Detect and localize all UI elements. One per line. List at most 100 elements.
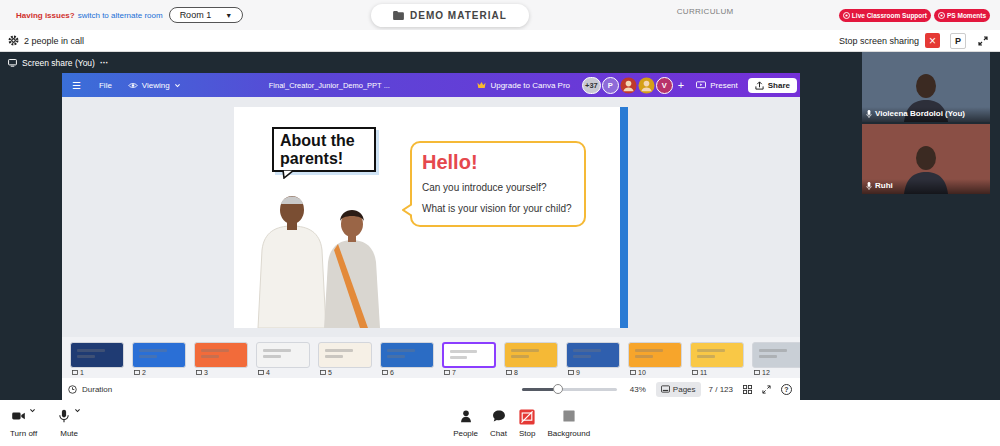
page-thumbnail[interactable]: 6 xyxy=(380,342,434,378)
participant-video[interactable]: Ruhi xyxy=(862,124,990,194)
demo-material-button[interactable]: DEMO MATERIAL xyxy=(371,4,529,27)
pages-icon xyxy=(661,385,670,393)
call-bar: 2 people in call Stop screen sharing × P xyxy=(0,30,1000,52)
zoom-slider[interactable] xyxy=(522,388,617,391)
control-button[interactable]: People xyxy=(453,409,478,438)
file-menu[interactable]: File xyxy=(99,81,112,90)
collaborators: +37P V + xyxy=(582,77,684,94)
screen-icon xyxy=(8,59,17,67)
slide-accent-bar xyxy=(620,107,628,328)
page-thumbnail[interactable]: 12 xyxy=(752,342,800,378)
page-number: 8 xyxy=(514,369,518,376)
greeting: Hello! xyxy=(422,151,574,174)
screen-share-tab[interactable]: Screen share (You)··· xyxy=(0,52,860,73)
top-bar: Having issues?switch to alternate roomRo… xyxy=(0,0,1000,30)
slide: About the parents!Hello!Can you introduc… xyxy=(234,107,628,328)
switch-room-link[interactable]: switch to alternate room xyxy=(78,11,163,20)
page-number: 3 xyxy=(204,369,208,376)
page-number: 9 xyxy=(576,369,580,376)
control-button[interactable]: Chat xyxy=(490,409,507,438)
user-button[interactable]: P xyxy=(950,33,966,49)
control-button[interactable]: Stop xyxy=(519,409,535,438)
people-count: 2 people in call xyxy=(24,36,84,46)
chevron-down-icon[interactable] xyxy=(74,407,81,414)
page-thumbnail[interactable]: 3 xyxy=(194,342,248,378)
zoom-reading: 43% xyxy=(630,385,646,394)
menu-button[interactable]: ☰ xyxy=(72,80,81,91)
question: What is your vision for your child? xyxy=(422,202,574,216)
people-icon xyxy=(459,409,473,423)
upgrade-button[interactable]: Upgrade to Canva Pro xyxy=(477,81,570,90)
background-icon xyxy=(562,409,576,423)
help-button[interactable]: ? xyxy=(781,384,792,395)
comment-icon xyxy=(692,370,698,376)
expand-icon[interactable] xyxy=(978,36,988,46)
more-button[interactable]: ··· xyxy=(100,58,109,68)
top-actions: Live Classroom SupportPS Moments xyxy=(839,9,990,22)
stop-share-icon xyxy=(519,409,535,425)
canva-window: ☰ File Viewing Final_Creator_Junior_Demo_PP… xyxy=(62,73,800,400)
collaborator-photo-icon[interactable] xyxy=(638,77,655,94)
page-thumbnail[interactable]: 9 xyxy=(566,342,620,378)
comment-icon xyxy=(382,370,388,376)
bubble-tail-icon xyxy=(402,203,412,217)
control-button[interactable]: Background xyxy=(547,409,590,438)
collaborator-photo-icon[interactable] xyxy=(620,77,637,94)
participant-name: Ruhi xyxy=(875,181,893,190)
room-arrow: ▼ xyxy=(225,12,232,19)
classroom-app: Having issues?switch to alternate roomRo… xyxy=(0,0,1000,446)
add-collaborator-button[interactable]: + xyxy=(678,79,684,91)
pages-button[interactable]: Pages xyxy=(656,382,701,397)
viewing-mode[interactable]: Viewing xyxy=(128,81,181,90)
page-number: 12 xyxy=(762,369,770,376)
zoom-knob[interactable] xyxy=(553,384,563,394)
room-select[interactable]: Room 1 ▼ xyxy=(169,7,243,23)
present-button[interactable]: Present xyxy=(696,81,738,90)
stop-sharing-label[interactable]: Stop screen sharing xyxy=(839,36,919,46)
collaborator-avatar[interactable]: P xyxy=(602,77,619,94)
crown-icon xyxy=(477,81,486,89)
collaborator-avatar[interactable]: V xyxy=(656,77,673,94)
page-thumbnail[interactable]: 7 xyxy=(442,342,496,378)
room-label: Room 1 xyxy=(180,10,212,20)
page-thumbnail[interactable]: 4 xyxy=(256,342,310,378)
fullscreen-icon[interactable] xyxy=(762,385,771,394)
call-stage: Screen share (You)··· ☰ File Viewing Final_C… xyxy=(0,52,1000,400)
action-icon xyxy=(938,12,945,19)
action-pill[interactable]: Live Classroom Support xyxy=(839,9,931,22)
page-thumbnail[interactable]: 5 xyxy=(318,342,372,378)
share-button[interactable]: Share xyxy=(748,78,797,93)
present-icon xyxy=(696,81,706,90)
grid-view-icon[interactable] xyxy=(743,385,752,394)
microphone-icon xyxy=(57,409,71,423)
control-button[interactable]: Mute xyxy=(57,409,81,438)
canva-toolbar: ☰ File Viewing Final_Creator_Junior_Demo_PP… xyxy=(62,73,800,97)
page-thumbnail[interactable]: 2 xyxy=(132,342,186,378)
participants: Violeena Bordoloi (You) Ruhi xyxy=(862,52,990,400)
page-number: 10 xyxy=(638,369,646,376)
comment-icon xyxy=(196,370,202,376)
action-icon xyxy=(843,12,850,19)
duration-button[interactable]: Duration xyxy=(68,385,112,394)
document-title[interactable]: Final_Creator_Junior_Demo_PPT ... xyxy=(269,81,390,90)
comment-icon xyxy=(506,370,512,376)
control-button[interactable]: Turn off xyxy=(10,409,37,438)
participant-name: Violeena Bordoloi (You) xyxy=(875,109,965,118)
participant-video[interactable]: Violeena Bordoloi (You) xyxy=(862,52,990,122)
folder-icon xyxy=(393,11,404,20)
page-thumbnail[interactable]: 11 xyxy=(690,342,744,378)
action-pill[interactable]: PS Moments xyxy=(934,9,990,22)
collaborator-avatar[interactable]: +37 xyxy=(582,77,601,94)
chevron-down-icon[interactable] xyxy=(29,407,36,414)
page-thumbnail[interactable]: 8 xyxy=(504,342,558,378)
stop-sharing-button[interactable]: × xyxy=(925,33,940,48)
mic-icon xyxy=(866,182,872,190)
curriculum-link[interactable]: CURRICULUM xyxy=(677,7,734,16)
page-thumbnail[interactable]: 1 xyxy=(70,342,124,378)
page-number: 2 xyxy=(142,369,146,376)
gear-icon[interactable] xyxy=(8,35,19,46)
comment-icon xyxy=(568,370,574,376)
call-controls: Turn off Mute People Chat Stop Background xyxy=(0,400,1000,446)
page-thumbnail[interactable]: 10 xyxy=(628,342,682,378)
comment-icon xyxy=(444,370,450,376)
